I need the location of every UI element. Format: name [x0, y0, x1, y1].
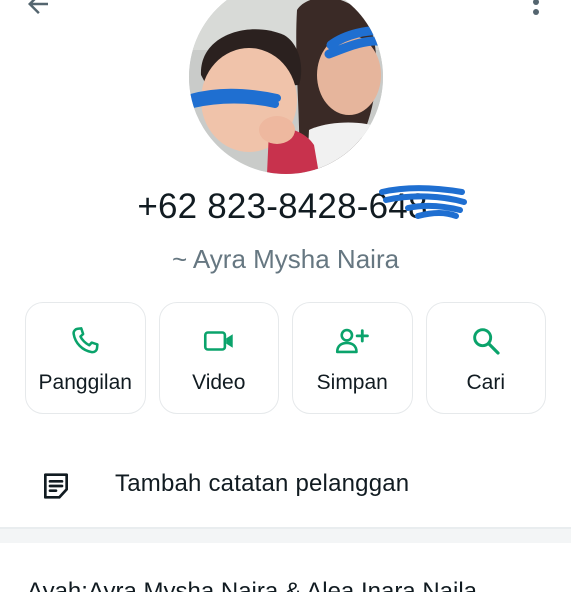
add-person-icon [336, 328, 370, 354]
video-button[interactable]: Video [158, 302, 279, 414]
call-label: Panggilan [38, 371, 132, 394]
note-icon [44, 473, 68, 499]
contact-name: ~ Ayra Mysha Naira [171, 244, 400, 274]
search-button[interactable]: Cari [425, 302, 546, 414]
contact-info-screen: +62 823-8428-648 ~ Ayra Mysha Naira Pang… [0, 0, 571, 592]
about-text: Ayah:Ayra Mysha Naira & Alea Inara Naila [27, 578, 478, 592]
phone-number: +62 823-8428-648 [137, 187, 428, 226]
video-camera-icon [203, 331, 233, 351]
more-vertical-icon [533, 0, 539, 15]
save-label: Simpan [316, 371, 388, 394]
avatar[interactable] [189, 0, 383, 174]
section-gap [0, 529, 571, 543]
more-options-button[interactable] [521, 0, 551, 28]
search-icon [472, 328, 500, 355]
avatar-photo [189, 0, 383, 174]
phone-icon [72, 327, 99, 354]
search-label: Cari [466, 371, 505, 394]
back-button[interactable] [20, 0, 56, 22]
redaction-scribble [379, 185, 467, 219]
back-arrow-icon [28, 0, 48, 14]
add-customer-note-label: Tambah catatan pelanggan [115, 470, 410, 497]
call-button[interactable]: Panggilan [25, 302, 146, 414]
video-label: Video [192, 371, 246, 394]
save-contact-button[interactable]: Simpan [292, 302, 413, 414]
add-customer-note-row[interactable]: Tambah catatan pelanggan [0, 446, 571, 524]
action-buttons: Panggilan Video Simpan Cari [25, 302, 546, 414]
